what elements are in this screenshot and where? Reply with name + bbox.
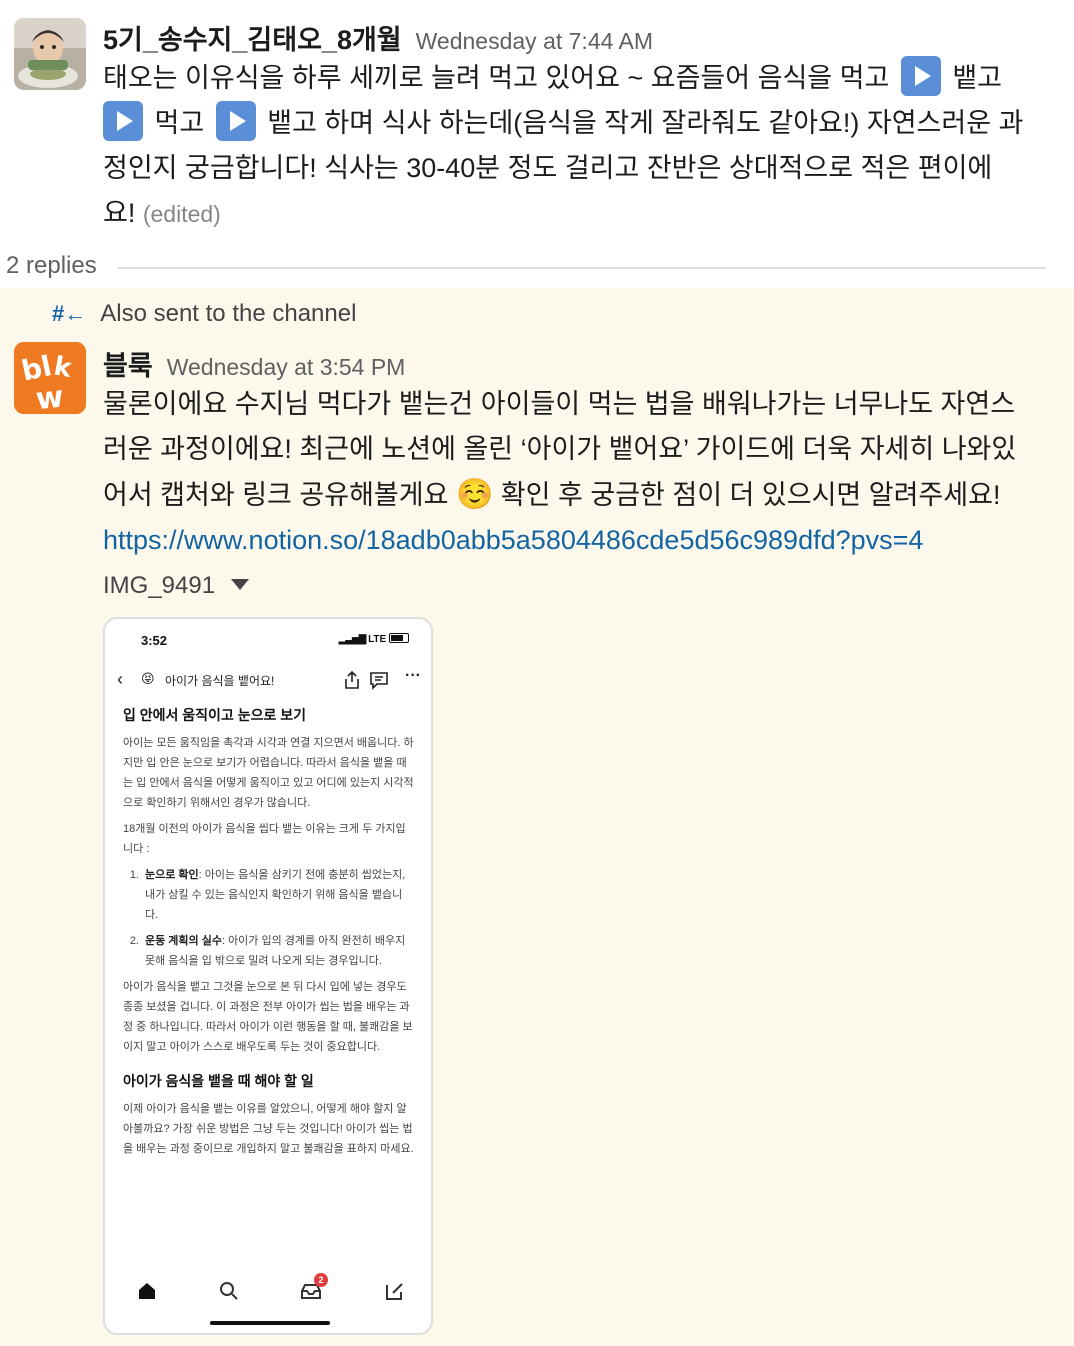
list-number: 1. <box>129 869 139 881</box>
list-item: 2. 운동 계획의 실수: 아이가 입의 경계를 아직 완전히 배우지 못해 음… <box>123 931 415 971</box>
signal-icon: ▂▃▅▇ <box>338 634 367 645</box>
list-number: 2. <box>129 935 139 947</box>
notion-link[interactable]: https://www.notion.so/18adb0abb5a5804486… <box>103 525 923 555</box>
user-avatar[interactable] <box>14 18 86 90</box>
replies-count[interactable]: 2 replies <box>6 252 97 280</box>
phone-status-bar: 3:52 ▂▃▅▇ LTE <box>105 633 431 653</box>
smiling-face-emoji-icon: ☺️ <box>455 478 494 511</box>
list-bold: 운동 계획의 실수 <box>145 935 222 947</box>
message-text: 러운 과정이에요! 최근에 노션에 올린 ‘아이가 뱉어요’ 가이드에 더욱 자… <box>103 434 1017 464</box>
svg-text:w: w <box>34 379 65 414</box>
phone-page-content: 입 안에서 움직이고 눈으로 보기 아이는 모든 움직임을 촉각과 시각과 연결… <box>123 705 415 1165</box>
back-chevron-icon: ‹ <box>117 669 123 689</box>
attachment-image[interactable]: 3:52 ▂▃▅▇ LTE ‹ 😝 아이가 음식을 뱉어요! ··· 입 안에서… <box>103 617 433 1335</box>
more-options-icon: ··· <box>405 667 421 684</box>
compose-icon <box>386 1283 403 1300</box>
section-heading: 입 안에서 움직이고 눈으로 보기 <box>123 707 306 723</box>
inbox-badge: 2 <box>314 1273 328 1287</box>
paragraph: 아이는 모든 움직임을 촉각과 시각과 연결 지으면서 배웁니다. 하지만 입 … <box>123 737 414 809</box>
phone-signal-battery: ▂▃▅▇ LTE <box>339 633 409 645</box>
channel-broadcast-icon: #← <box>52 301 87 326</box>
chevron-down-icon[interactable] <box>231 579 250 590</box>
play-button-emoji-icon <box>900 56 941 96</box>
paragraph: 18개월 이전의 아이가 음식을 씹다 뱉는 이유는 크게 두 가지입니다 : <box>123 823 406 855</box>
also-sent-label: Also sent to the channel <box>100 300 357 327</box>
paragraph: 아이가 음식을 뱉고 그것을 눈으로 본 뒤 다시 입에 넣는 경우도 종종 보… <box>123 981 413 1053</box>
message-timestamp[interactable]: Wednesday at 3:54 PM <box>167 354 406 380</box>
reply-body: 물론이에요 수지님 먹다가 뱉는건 아이들이 먹는 법을 배워나가는 너무나도 … <box>103 382 1063 563</box>
phone-time: 3:52 <box>141 633 168 648</box>
phone-tab-bar: 2 <box>105 1273 431 1309</box>
baby-photo-icon <box>14 18 86 90</box>
message-text: 물론이에요 수지님 먹다가 뱉는건 아이들이 먹는 법을 배워나가는 너무나도 … <box>103 389 1016 419</box>
blkw-avatar[interactable]: bl k w <box>14 342 86 414</box>
list-bold: 눈으로 확인 <box>145 869 199 881</box>
message-text: 요! <box>103 198 136 228</box>
play-button-emoji-icon <box>215 101 256 141</box>
message-text: 어서 캡처와 링크 공유해볼게요 <box>103 480 449 510</box>
page-title: 아이가 음식을 뱉어요! <box>165 674 275 688</box>
play-button-emoji-icon <box>103 101 143 141</box>
message-text: 뱉고 <box>952 63 1003 93</box>
search-icon <box>220 1282 238 1300</box>
message-text: 확인 후 궁금한 점이 더 있으시면 알려주세요! <box>500 480 1001 510</box>
author-name[interactable]: 블룩 <box>103 351 153 381</box>
attachment-filename[interactable]: IMG_9491 <box>103 572 215 599</box>
phone-nav-bar: ‹ 😝 아이가 음식을 뱉어요! ··· <box>105 667 431 697</box>
message-timestamp[interactable]: Wednesday at 7:44 AM <box>416 28 653 54</box>
message-body: 태오는 이유식을 하루 세끼로 늘려 먹고 있어요 ~ 요즘들어 음식을 먹고 … <box>103 56 1063 237</box>
thread-replies-divider: 2 replies <box>0 248 1074 288</box>
also-sent-to-channel: #← Also sent to the channel <box>52 300 356 328</box>
list-item: 1. 눈으로 확인: 아이는 음식을 삼키기 전에 충분히 씹었는지, 내가 삼… <box>123 865 415 925</box>
paragraph: 이제 아이가 음식을 뱉는 이유를 알았으니, 어떻게 해야 할지 알아볼까요?… <box>123 1103 414 1155</box>
edited-label: (edited) <box>142 201 221 227</box>
comment-icon <box>370 672 388 690</box>
message-text: 뱉고 하며 식사 하는데(음식을 작게 잘라줘도 같아요!) 자연스러운 과 <box>267 108 1024 138</box>
share-icon <box>345 670 359 689</box>
home-icon <box>139 1283 155 1299</box>
author-name[interactable]: 5기_송수지_김태오_8개월 <box>103 25 402 55</box>
battery-icon <box>389 633 409 643</box>
blkw-logo-icon: bl k w <box>14 342 86 414</box>
home-indicator <box>210 1321 330 1325</box>
network-label: LTE <box>368 634 387 645</box>
message-text: 먹고 <box>154 108 205 138</box>
page-emoji-icon: 😝 <box>141 671 155 686</box>
message-text: 정인지 궁금합니다! 식사는 30-40분 정도 걸리고 잔반은 상대적으로 적… <box>103 153 993 183</box>
message-text: 태오는 이유식을 하루 세끼로 늘려 먹고 있어요 ~ 요즘들어 음식을 먹고 <box>103 63 890 93</box>
divider <box>118 267 1046 269</box>
section-heading: 아이가 음식을 뱉을 때 해야 할 일 <box>123 1073 314 1089</box>
